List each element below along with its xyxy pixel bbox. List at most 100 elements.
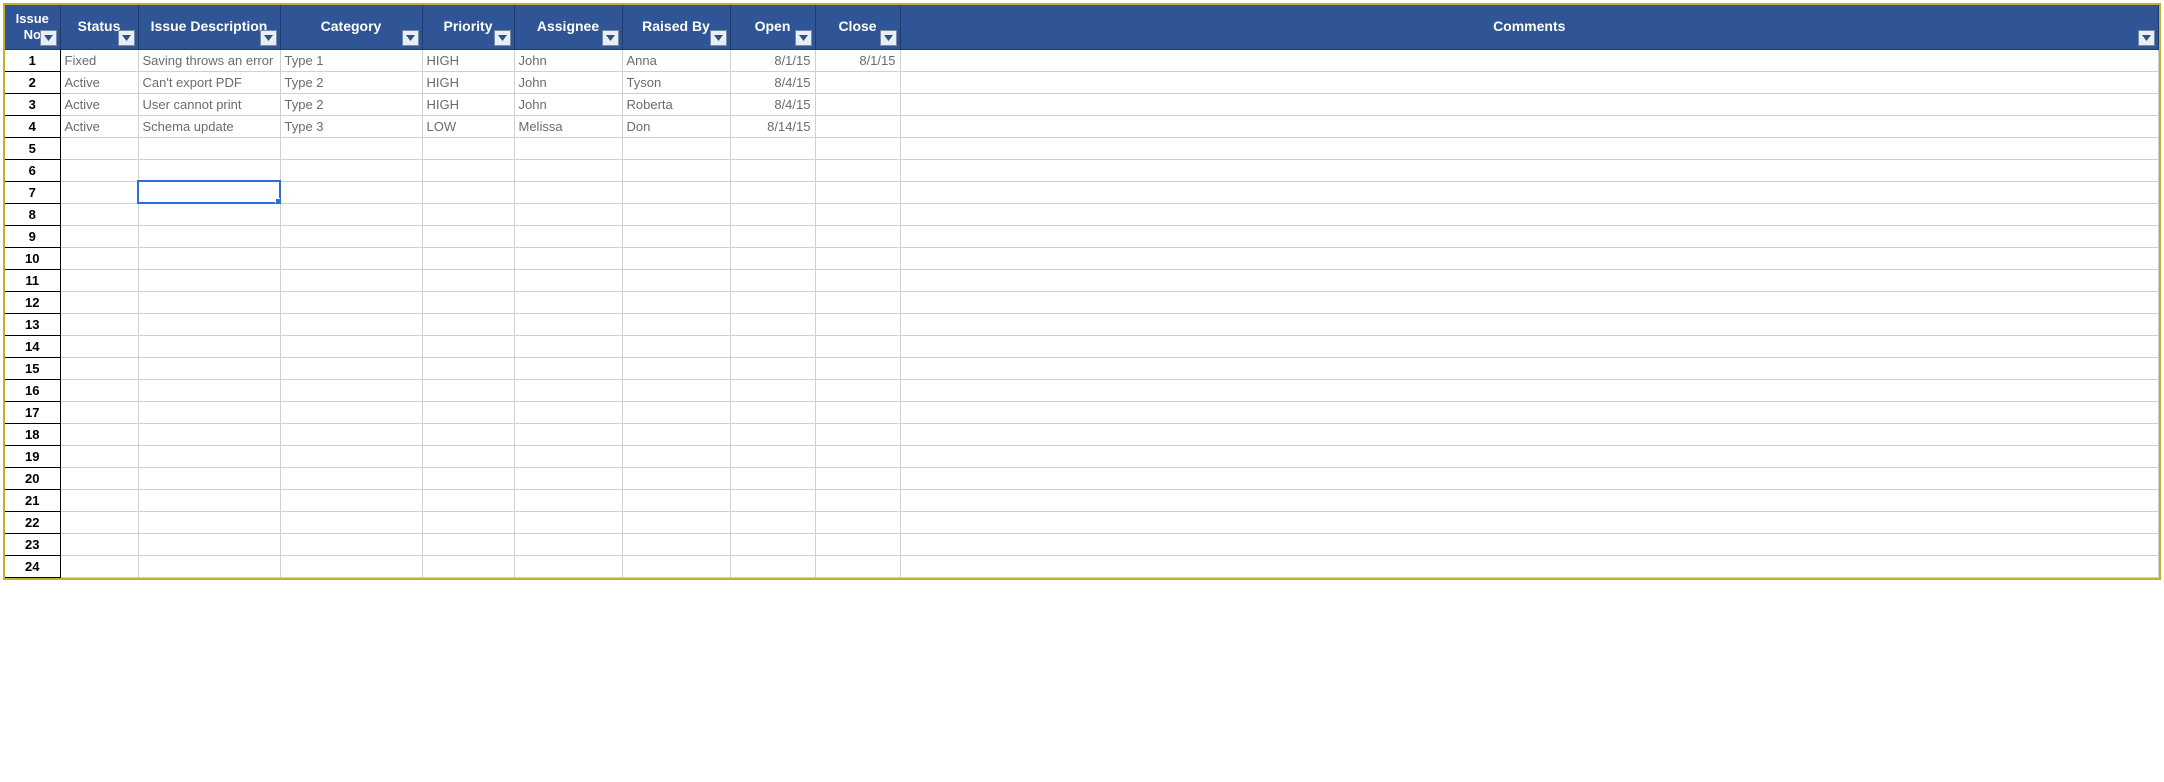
cell-description[interactable] — [138, 335, 280, 357]
cell-description[interactable] — [138, 445, 280, 467]
cell-open[interactable] — [730, 357, 815, 379]
cell-raised_by[interactable] — [622, 247, 730, 269]
filter-dropdown-comments[interactable] — [2138, 30, 2155, 46]
cell-raised_by[interactable] — [622, 401, 730, 423]
cell-assignee[interactable] — [514, 357, 622, 379]
cell-assignee[interactable] — [514, 467, 622, 489]
cell-description[interactable] — [138, 511, 280, 533]
cell-close[interactable] — [815, 269, 900, 291]
cell-status[interactable]: Active — [60, 115, 138, 137]
cell-issue_no[interactable]: 22 — [5, 511, 60, 533]
cell-priority[interactable] — [422, 335, 514, 357]
cell-description[interactable] — [138, 313, 280, 335]
cell-description[interactable] — [138, 423, 280, 445]
cell-assignee[interactable]: John — [514, 93, 622, 115]
cell-close[interactable] — [815, 225, 900, 247]
cell-status[interactable] — [60, 379, 138, 401]
cell-issue_no[interactable]: 14 — [5, 335, 60, 357]
cell-raised_by[interactable]: Tyson — [622, 71, 730, 93]
cell-category[interactable] — [280, 401, 422, 423]
cell-open[interactable] — [730, 335, 815, 357]
col-header-close[interactable]: Close — [815, 5, 900, 49]
cell-raised_by[interactable] — [622, 225, 730, 247]
cell-raised_by[interactable] — [622, 181, 730, 203]
cell-priority[interactable] — [422, 357, 514, 379]
cell-raised_by[interactable] — [622, 445, 730, 467]
cell-close[interactable] — [815, 159, 900, 181]
cell-issue_no[interactable]: 6 — [5, 159, 60, 181]
cell-description[interactable]: User cannot print — [138, 93, 280, 115]
cell-priority[interactable] — [422, 423, 514, 445]
cell-priority[interactable] — [422, 225, 514, 247]
filter-dropdown-priority[interactable] — [494, 30, 511, 46]
cell-issue_no[interactable]: 16 — [5, 379, 60, 401]
cell-raised_by[interactable] — [622, 423, 730, 445]
cell-close[interactable] — [815, 401, 900, 423]
cell-priority[interactable] — [422, 533, 514, 555]
cell-description[interactable] — [138, 159, 280, 181]
cell-status[interactable] — [60, 533, 138, 555]
filter-dropdown-close[interactable] — [880, 30, 897, 46]
cell-description[interactable] — [138, 203, 280, 225]
cell-issue_no[interactable]: 3 — [5, 93, 60, 115]
cell-open[interactable] — [730, 225, 815, 247]
cell-category[interactable] — [280, 335, 422, 357]
cell-assignee[interactable] — [514, 423, 622, 445]
cell-category[interactable] — [280, 137, 422, 159]
cell-issue_no[interactable]: 4 — [5, 115, 60, 137]
cell-raised_by[interactable] — [622, 335, 730, 357]
cell-issue_no[interactable]: 13 — [5, 313, 60, 335]
cell-comments[interactable] — [900, 225, 2159, 247]
cell-assignee[interactable]: John — [514, 71, 622, 93]
cell-close[interactable] — [815, 533, 900, 555]
cell-raised_by[interactable] — [622, 533, 730, 555]
cell-close[interactable] — [815, 467, 900, 489]
filter-dropdown-category[interactable] — [402, 30, 419, 46]
cell-description[interactable] — [138, 291, 280, 313]
col-header-raised_by[interactable]: Raised By — [622, 5, 730, 49]
cell-status[interactable] — [60, 313, 138, 335]
cell-comments[interactable] — [900, 49, 2159, 71]
cell-issue_no[interactable]: 20 — [5, 467, 60, 489]
cell-comments[interactable] — [900, 137, 2159, 159]
cell-close[interactable] — [815, 445, 900, 467]
cell-status[interactable] — [60, 423, 138, 445]
filter-dropdown-open[interactable] — [795, 30, 812, 46]
cell-open[interactable] — [730, 555, 815, 577]
cell-status[interactable] — [60, 401, 138, 423]
cell-status[interactable] — [60, 335, 138, 357]
cell-close[interactable] — [815, 115, 900, 137]
cell-status[interactable] — [60, 445, 138, 467]
cell-raised_by[interactable] — [622, 511, 730, 533]
cell-open[interactable] — [730, 423, 815, 445]
cell-raised_by[interactable]: Don — [622, 115, 730, 137]
cell-assignee[interactable] — [514, 445, 622, 467]
cell-close[interactable] — [815, 379, 900, 401]
cell-open[interactable] — [730, 467, 815, 489]
col-header-issue_no[interactable]: Issue No — [5, 5, 60, 49]
cell-priority[interactable] — [422, 269, 514, 291]
cell-status[interactable] — [60, 555, 138, 577]
cell-open[interactable] — [730, 533, 815, 555]
cell-category[interactable] — [280, 291, 422, 313]
cell-priority[interactable] — [422, 379, 514, 401]
cell-priority[interactable] — [422, 247, 514, 269]
cell-category[interactable] — [280, 555, 422, 577]
filter-dropdown-raised_by[interactable] — [710, 30, 727, 46]
cell-status[interactable] — [60, 181, 138, 203]
cell-description[interactable]: Schema update — [138, 115, 280, 137]
cell-priority[interactable] — [422, 291, 514, 313]
cell-category[interactable] — [280, 533, 422, 555]
cell-priority[interactable] — [422, 489, 514, 511]
cell-status[interactable] — [60, 511, 138, 533]
cell-open[interactable]: 8/14/15 — [730, 115, 815, 137]
cell-issue_no[interactable]: 11 — [5, 269, 60, 291]
cell-assignee[interactable] — [514, 555, 622, 577]
cell-description[interactable] — [138, 379, 280, 401]
cell-category[interactable] — [280, 445, 422, 467]
cell-priority[interactable] — [422, 313, 514, 335]
cell-assignee[interactable] — [514, 159, 622, 181]
cell-status[interactable] — [60, 137, 138, 159]
cell-issue_no[interactable]: 8 — [5, 203, 60, 225]
cell-category[interactable]: Type 3 — [280, 115, 422, 137]
